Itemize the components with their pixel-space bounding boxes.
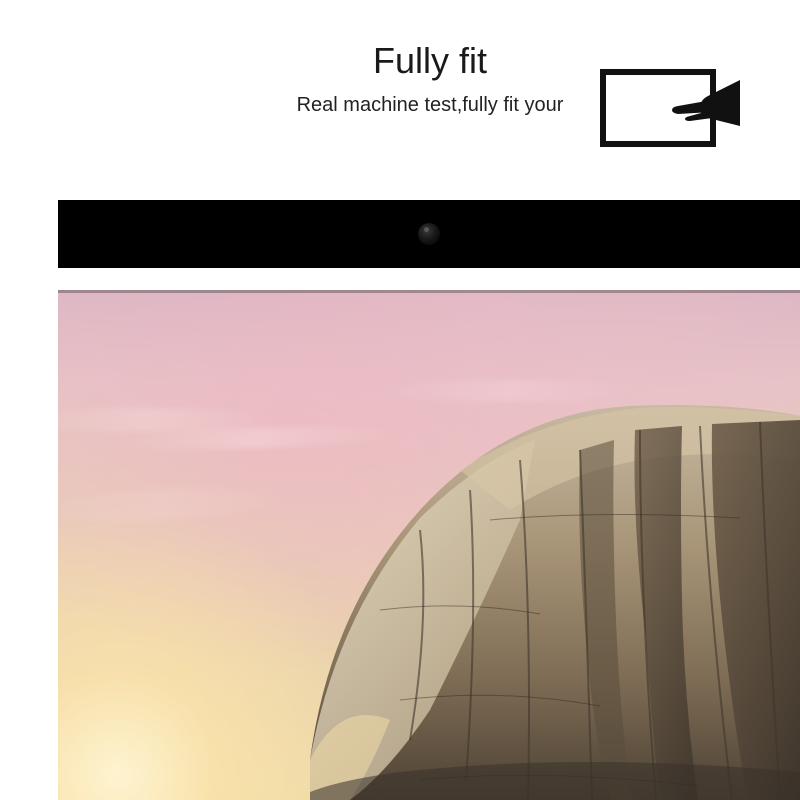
mountain-illustration xyxy=(280,400,800,800)
camera-icon xyxy=(418,223,440,245)
device-top-bezel xyxy=(58,200,800,268)
tablet-touch-icon xyxy=(600,60,740,150)
bezel-gap xyxy=(58,268,800,290)
device-mockup xyxy=(58,200,800,800)
wallpaper-mountain xyxy=(58,290,800,800)
